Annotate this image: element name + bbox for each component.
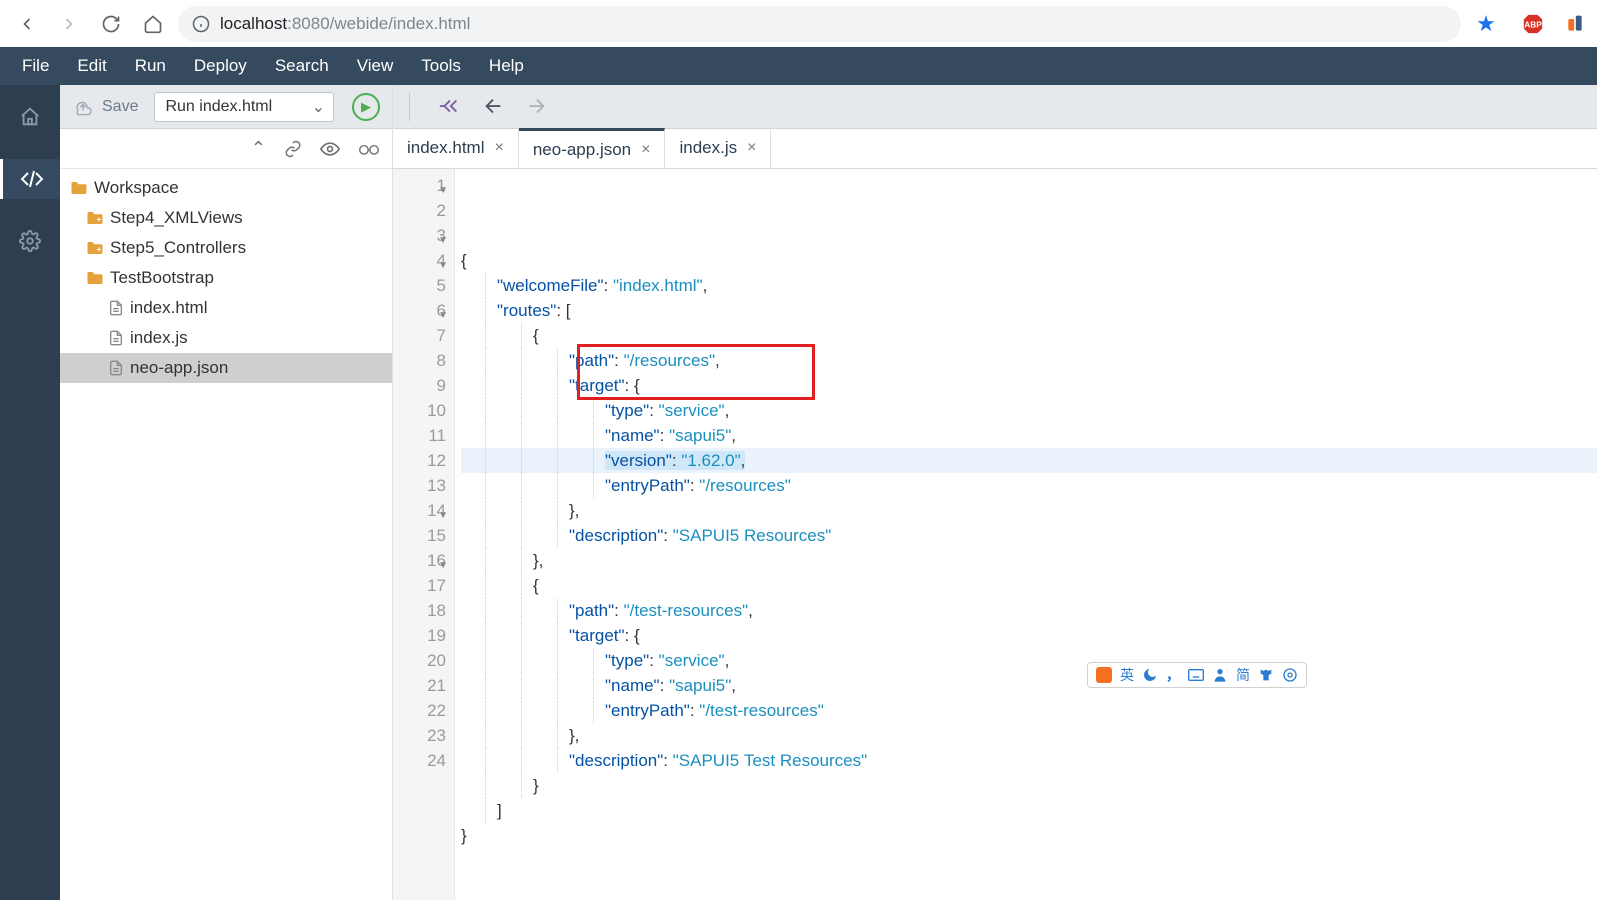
tab-label: index.html <box>407 138 484 158</box>
explorer-toolbar: Save Run index.html ⌄ ▶ <box>60 85 392 129</box>
tree-folder[interactable]: TestBootstrap <box>60 263 392 293</box>
ime-logo-icon <box>1096 667 1112 683</box>
folder-icon: + <box>86 240 104 256</box>
menu-search[interactable]: Search <box>261 47 343 85</box>
address-bar[interactable]: localhost:8080/webide/index.html <box>178 6 1461 42</box>
ime-settings-icon[interactable] <box>1282 667 1298 683</box>
code-body[interactable]: {"welcomeFile": "index.html","routes": [… <box>455 169 1597 900</box>
editor-tabs: index.html × neo-app.json × index.js × <box>393 129 1597 169</box>
menu-file[interactable]: File <box>8 47 63 85</box>
tree-file[interactable]: neo-app.json <box>60 353 392 383</box>
divider <box>409 93 410 121</box>
menu-tools[interactable]: Tools <box>407 47 475 85</box>
nav-forward[interactable] <box>52 7 86 41</box>
link-icon[interactable] <box>284 140 302 158</box>
explorer-actions: ⌃ <box>60 129 392 169</box>
close-icon[interactable]: × <box>494 139 503 157</box>
ime-toolbar[interactable]: 英 ， 简 <box>1087 662 1307 688</box>
rail-dev-icon[interactable] <box>0 159 60 199</box>
adblock-icon[interactable]: ABP <box>1521 12 1545 36</box>
tree-label: index.html <box>130 298 207 318</box>
svg-text:+: + <box>97 215 102 224</box>
bookmark-star-icon[interactable]: ★ <box>1469 7 1503 41</box>
nav-reload[interactable] <box>94 7 128 41</box>
nav-home[interactable] <box>136 7 170 41</box>
editor-column: index.html × neo-app.json × index.js × 1▼23▼4… <box>393 85 1597 900</box>
menu-view[interactable]: View <box>343 47 408 85</box>
tree-file[interactable]: index.html <box>60 293 392 323</box>
arrow-left-icon[interactable] <box>482 96 504 118</box>
extension-icon[interactable] <box>1563 12 1587 36</box>
tree-label: neo-app.json <box>130 358 228 378</box>
line-gutter: 1▼23▼4▼56▼7891011121314▼1516▼17181920212… <box>393 169 455 900</box>
save-label: Save <box>102 98 138 116</box>
tree-folder[interactable]: + Step5_Controllers <box>60 233 392 263</box>
file-icon <box>108 360 124 376</box>
folder-open-icon <box>70 180 88 196</box>
glasses-icon[interactable] <box>358 141 380 157</box>
menu-deploy[interactable]: Deploy <box>180 47 261 85</box>
svg-text:+: + <box>97 245 102 254</box>
editor-toolbar <box>393 85 1597 129</box>
tree-label: Step4_XMLViews <box>110 208 243 228</box>
url-text: localhost:8080/webide/index.html <box>220 14 470 34</box>
arrow-right-icon[interactable] <box>526 96 548 118</box>
eye-icon[interactable] <box>320 139 340 159</box>
tree-label: Step5_Controllers <box>110 238 246 258</box>
app-menu-bar: FileEditRunDeploySearchViewToolsHelp <box>0 47 1597 85</box>
run-config-label: Run index.html <box>165 98 272 116</box>
folder-icon <box>86 270 104 286</box>
close-icon[interactable]: × <box>747 139 756 157</box>
ime-lang-cn[interactable]: 简 <box>1236 665 1250 685</box>
ime-comma-icon[interactable]: ， <box>1166 665 1180 685</box>
collapse-icon[interactable]: ⌃ <box>251 138 266 159</box>
tree-label: index.js <box>130 328 188 348</box>
ime-keyboard-icon[interactable] <box>1188 667 1204 683</box>
file-explorer: Save Run index.html ⌄ ▶ ⌃ Workspace + Step… <box>60 85 393 900</box>
code-editor[interactable]: 1▼23▼4▼56▼7891011121314▼1516▼17181920212… <box>393 169 1597 900</box>
rail-settings-icon[interactable] <box>10 221 50 261</box>
menu-help[interactable]: Help <box>475 47 538 85</box>
run-config-select[interactable]: Run index.html ⌄ <box>154 92 334 122</box>
rail-home-icon[interactable] <box>10 97 50 137</box>
close-icon[interactable]: × <box>641 141 650 159</box>
tree-folder[interactable]: + Step4_XMLViews <box>60 203 392 233</box>
ime-lang-en[interactable]: 英 <box>1120 665 1134 685</box>
save-button[interactable]: Save <box>72 98 138 116</box>
tree-label: TestBootstrap <box>110 268 214 288</box>
activity-rail <box>0 85 60 900</box>
ime-skin-icon[interactable] <box>1258 667 1274 683</box>
tab-label: index.js <box>679 138 737 158</box>
menu-run[interactable]: Run <box>121 47 180 85</box>
run-play-button[interactable]: ▶ <box>352 93 380 121</box>
nav-back[interactable] <box>10 7 44 41</box>
folder-icon: + <box>86 210 104 226</box>
svg-text:ABP: ABP <box>1524 20 1542 29</box>
editor-tab[interactable]: index.js × <box>665 128 771 168</box>
menu-edit[interactable]: Edit <box>63 47 120 85</box>
ime-moon-icon[interactable] <box>1142 667 1158 683</box>
main-area: Save Run index.html ⌄ ▶ ⌃ Workspace + Step… <box>0 85 1597 900</box>
chevron-down-icon: ⌄ <box>312 97 325 117</box>
browser-toolbar: localhost:8080/webide/index.html ★ ABP <box>0 0 1597 47</box>
tab-label: neo-app.json <box>533 140 631 160</box>
tree-workspace[interactable]: Workspace <box>60 173 392 203</box>
editor-tab[interactable]: neo-app.json × <box>519 128 666 168</box>
file-icon <box>108 300 124 316</box>
git-branch-icon[interactable] <box>438 96 460 118</box>
file-tree: Workspace + Step4_XMLViews + Step5_Controlle… <box>60 169 392 387</box>
tree-label: Workspace <box>94 178 179 198</box>
file-icon <box>108 330 124 346</box>
ime-person-icon[interactable] <box>1212 667 1228 683</box>
tree-file[interactable]: index.js <box>60 323 392 353</box>
info-icon <box>192 15 210 33</box>
editor-tab[interactable]: index.html × <box>393 128 519 168</box>
